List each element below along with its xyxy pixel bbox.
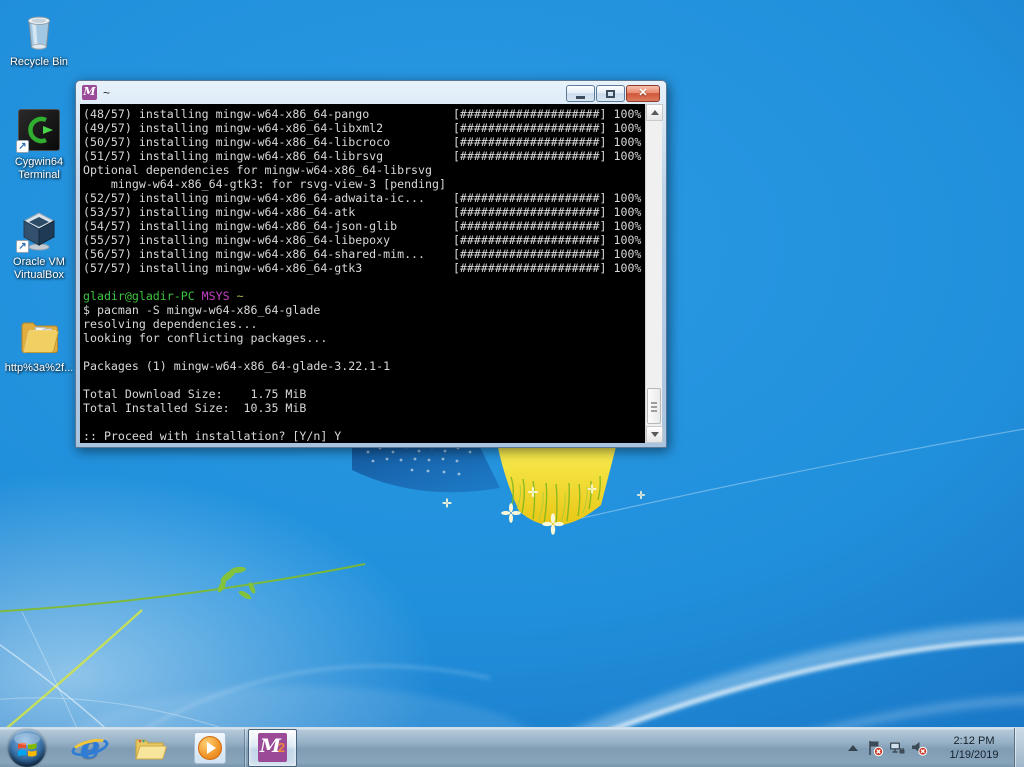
- terminal-line: [83, 345, 642, 359]
- terminal-line: (51/57) installing mingw-w64-x86_64-libr…: [83, 149, 642, 163]
- network-icon: [888, 739, 906, 757]
- terminal-line: (57/57) installing mingw-w64-x86_64-gtk3…: [83, 261, 642, 275]
- shortcut-arrow-icon: ↗: [16, 140, 29, 153]
- maximize-icon: [606, 90, 615, 98]
- terminal-line: (48/57) installing mingw-w64-x86_64-pang…: [83, 107, 642, 121]
- terminal-line: Packages (1) mingw-w64-x86_64-glade-3.22…: [83, 359, 642, 373]
- scroll-down-button[interactable]: [646, 426, 663, 443]
- terminal-line: $ pacman -S mingw-w64-x86_64-glade: [83, 303, 642, 317]
- chevron-up-icon: [846, 741, 860, 755]
- virtualbox-icon: ↗: [15, 206, 63, 254]
- terminal-line: looking for conflicting packages...: [83, 331, 642, 345]
- scrollbar-thumb[interactable]: [647, 388, 661, 424]
- window-titlebar[interactable]: M ~ ✕: [76, 81, 666, 104]
- desktop-icon-label: Recycle Bin: [10, 56, 68, 69]
- shortcut-arrow-icon: ↗: [16, 240, 29, 253]
- windows-flag-icon: [8, 729, 46, 767]
- close-icon: ✕: [638, 88, 647, 99]
- maximize-button[interactable]: [596, 85, 625, 102]
- media-player-icon: [194, 732, 226, 764]
- terminal-line: [83, 415, 642, 429]
- terminal-line: [83, 275, 642, 289]
- clock-date: 1/19/2019: [938, 748, 1010, 762]
- desktop-icon-http-folder[interactable]: http%3a%2f...: [0, 312, 78, 375]
- window-title: ~: [103, 86, 110, 100]
- taskbar: e M2: [0, 727, 1024, 767]
- desktop-icon-label: Cygwin64 Terminal: [2, 156, 76, 182]
- scroll-up-icon: [651, 110, 659, 115]
- network-button[interactable]: [886, 728, 908, 767]
- scroll-down-icon: [651, 432, 659, 437]
- minimize-button[interactable]: [566, 85, 595, 102]
- terminal-line: mingw-w64-x86_64-gtk3: for rsvg-view-3 […: [83, 177, 642, 191]
- desktop-icon-label: http%3a%2f...: [5, 362, 74, 375]
- terminal-line: :: Proceed with installation? [Y/n] Y: [83, 429, 642, 443]
- desktop-icon-virtualbox[interactable]: ↗ Oracle VM VirtualBox: [0, 206, 78, 282]
- msys2-icon: M2: [258, 733, 287, 762]
- terminal-line: Total Download Size: 1.75 MiB: [83, 387, 642, 401]
- action-center-flag-error-icon: [866, 739, 884, 757]
- terminal-line: (54/57) installing mingw-w64-x86_64-json…: [83, 219, 642, 233]
- terminal-line: (56/57) installing mingw-w64-x86_64-shar…: [83, 247, 642, 261]
- recycle-bin-icon: [15, 6, 63, 54]
- windows-explorer-button[interactable]: [129, 729, 171, 767]
- terminal-line: (55/57) installing mingw-w64-x86_64-libe…: [83, 233, 642, 247]
- show-hidden-icons-button[interactable]: [842, 728, 864, 767]
- system-tray: 2:12 PM 1/19/2019: [842, 728, 1024, 767]
- msys2-taskbar-button[interactable]: M2: [248, 729, 297, 767]
- desktop-icon-recycle-bin[interactable]: Recycle Bin: [0, 6, 78, 69]
- desktop: Recycle Bin ↗ Cygwin64 Terminal ↗: [0, 0, 1024, 767]
- windows-explorer-icon: [132, 731, 168, 765]
- terminal-line: gladir@gladir-PC MSYS ~: [83, 289, 642, 303]
- terminal-line: (53/57) installing mingw-w64-x86_64-atk …: [83, 205, 642, 219]
- terminal-line: Total Installed Size: 10.35 MiB: [83, 401, 642, 415]
- terminal-line: Optional dependencies for mingw-w64-x86_…: [83, 163, 642, 177]
- terminal-line: [83, 373, 642, 387]
- desktop-icon-label: Oracle VM VirtualBox: [2, 256, 76, 282]
- terminal-scrollbar[interactable]: [645, 104, 662, 443]
- terminal-output: (48/57) installing mingw-w64-x86_64-pang…: [83, 107, 642, 443]
- internet-explorer-button[interactable]: e: [69, 729, 111, 767]
- mintty-window: M ~ ✕ (48/57) installing mingw-w64-x86_6…: [75, 80, 667, 448]
- show-desktop-button[interactable]: [1014, 728, 1024, 767]
- scroll-up-button[interactable]: [646, 104, 663, 121]
- start-button[interactable]: [8, 729, 46, 767]
- folder-icon: [15, 312, 63, 360]
- cygwin-terminal-icon: ↗: [15, 106, 63, 154]
- media-player-button[interactable]: [189, 729, 231, 767]
- terminal-line: (49/57) installing mingw-w64-x86_64-libx…: [83, 121, 642, 135]
- minimize-icon: [576, 96, 585, 99]
- terminal-line: (52/57) installing mingw-w64-x86_64-adwa…: [83, 191, 642, 205]
- terminal-line: (50/57) installing mingw-w64-x86_64-libc…: [83, 135, 642, 149]
- close-button[interactable]: ✕: [626, 85, 660, 102]
- taskbar-clock[interactable]: 2:12 PM 1/19/2019: [938, 734, 1010, 762]
- terminal-line: resolving dependencies...: [83, 317, 642, 331]
- volume-muted-icon: [910, 739, 928, 757]
- desktop-icon-cygwin64-terminal[interactable]: ↗ Cygwin64 Terminal: [0, 106, 78, 182]
- internet-explorer-icon: e: [72, 730, 108, 766]
- clock-time: 2:12 PM: [938, 734, 1010, 748]
- msys2-window-icon: M: [82, 85, 97, 100]
- terminal-client-area[interactable]: (48/57) installing mingw-w64-x86_64-pang…: [80, 104, 662, 443]
- taskbar-divider: [244, 729, 245, 767]
- action-center-button[interactable]: [864, 728, 886, 767]
- volume-button[interactable]: [908, 728, 930, 767]
